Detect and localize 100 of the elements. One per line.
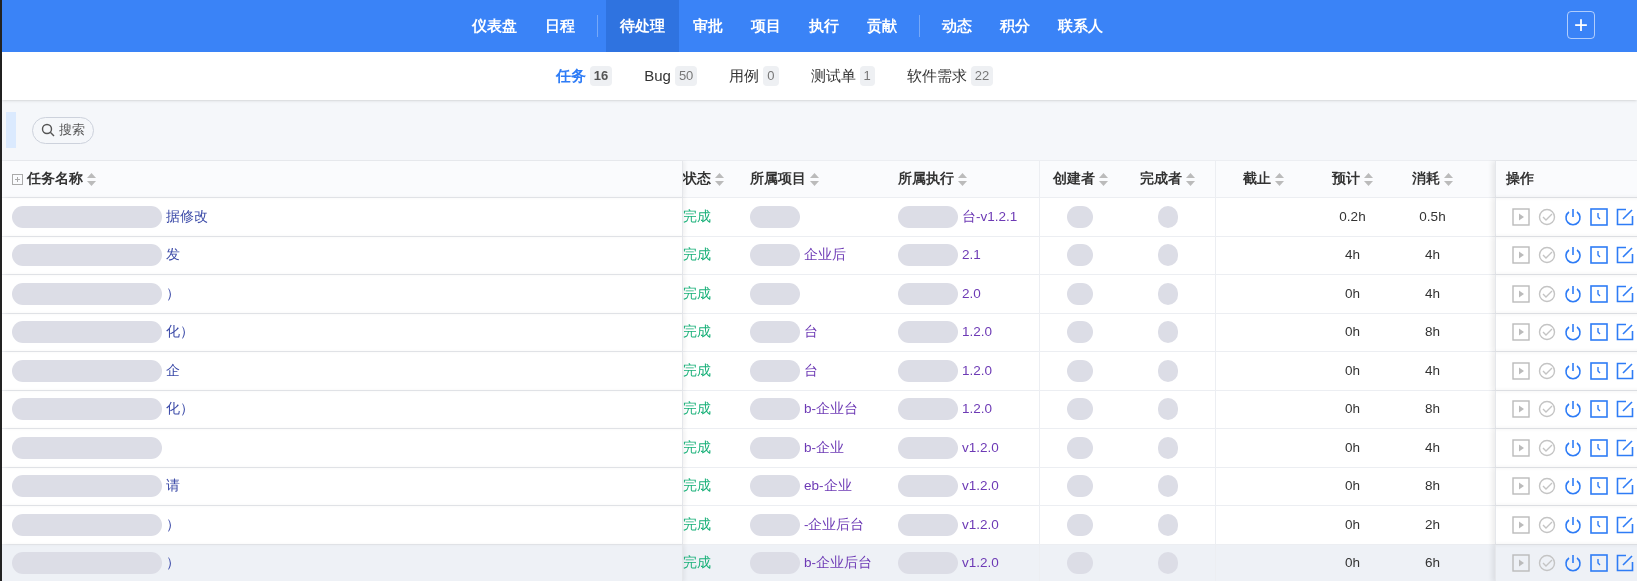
table-row[interactable]: 发 完成 企业后 2.1 4h 4h [2, 236, 1637, 275]
power-icon[interactable] [1564, 246, 1582, 265]
power-icon[interactable] [1564, 477, 1582, 496]
play-icon[interactable] [1512, 477, 1530, 496]
sort-icon[interactable] [87, 172, 96, 186]
play-icon[interactable] [1512, 438, 1530, 457]
sub-tab[interactable]: 任务 16 [555, 64, 613, 88]
column-header[interactable]: 完成者 [1140, 168, 1195, 190]
column-header[interactable]: 所属项目 [750, 168, 819, 190]
check-circle-icon[interactable] [1538, 246, 1556, 265]
clock-icon[interactable] [1590, 246, 1608, 265]
sub-tab[interactable]: 测试单 1 [810, 64, 875, 88]
sort-icon[interactable] [1186, 172, 1195, 186]
play-icon[interactable] [1512, 400, 1530, 419]
clock-icon[interactable] [1590, 284, 1608, 303]
power-icon[interactable] [1564, 554, 1582, 573]
clock-icon[interactable] [1590, 515, 1608, 534]
sort-icon[interactable] [1364, 172, 1373, 186]
edit-icon[interactable] [1616, 323, 1634, 342]
edit-icon[interactable] [1616, 477, 1634, 496]
edit-icon[interactable] [1616, 361, 1634, 380]
status-text: 完成 [683, 207, 711, 226]
sort-icon[interactable] [1444, 172, 1453, 186]
check-circle-icon[interactable] [1538, 361, 1556, 380]
nav-tab[interactable]: 待处理 [606, 0, 679, 52]
edit-icon[interactable] [1616, 246, 1634, 265]
clock-icon[interactable] [1590, 361, 1608, 380]
execution-link: v1.2.0 [962, 554, 999, 573]
power-icon[interactable] [1564, 323, 1582, 342]
check-circle-icon[interactable] [1538, 554, 1556, 573]
add-button[interactable]: + [1567, 11, 1595, 39]
edit-icon[interactable] [1616, 438, 1634, 457]
clock-icon[interactable] [1590, 554, 1608, 573]
edit-icon[interactable] [1616, 207, 1634, 226]
table-row[interactable]: ） 完成 2.0 0h 4h [2, 275, 1637, 314]
nav-tab[interactable]: 联系人 [1044, 0, 1117, 52]
play-icon[interactable] [1512, 554, 1530, 573]
power-icon[interactable] [1564, 361, 1582, 380]
column-header[interactable]: 任务名称 [27, 168, 96, 190]
check-circle-icon[interactable] [1538, 515, 1556, 534]
check-circle-icon[interactable] [1538, 207, 1556, 226]
nav-tab[interactable]: 积分 [986, 0, 1044, 52]
clock-icon[interactable] [1590, 323, 1608, 342]
expand-all-icon[interactable] [12, 173, 23, 185]
column-header[interactable]: 状态 [683, 168, 724, 190]
nav-tab[interactable]: 仪表盘 [458, 0, 531, 52]
edit-icon[interactable] [1616, 400, 1634, 419]
sub-tab[interactable]: 软件需求 22 [906, 64, 994, 88]
table-row[interactable]: 完成 b-企业 v1.2.0 0h 4h [2, 429, 1637, 468]
play-icon[interactable] [1512, 207, 1530, 226]
edit-icon[interactable] [1616, 554, 1634, 573]
nav-tab[interactable]: 日程 [531, 0, 589, 52]
nav-tab[interactable]: 审批 [679, 0, 737, 52]
sort-icon[interactable] [1274, 172, 1284, 186]
table-row[interactable]: 请 完成 eb-企业 v1.2.0 0h 8h [2, 467, 1637, 506]
power-icon[interactable] [1564, 515, 1582, 534]
table-row[interactable]: 化） 完成 b-企业台 1.2.0 0h 8h [2, 390, 1637, 429]
sub-tab[interactable]: 用例 0 [729, 64, 779, 88]
play-icon[interactable] [1512, 284, 1530, 303]
edit-icon[interactable] [1616, 284, 1634, 303]
check-circle-icon[interactable] [1538, 323, 1556, 342]
column-header[interactable]: 截止 [1242, 168, 1284, 190]
sort-icon[interactable] [958, 172, 967, 186]
check-circle-icon[interactable] [1538, 477, 1556, 496]
nav-tab[interactable]: 贡献 [853, 0, 911, 52]
sort-icon[interactable] [715, 172, 724, 186]
sub-tab[interactable]: Bug 50 [644, 64, 698, 88]
table-row[interactable]: ） 完成 b-企业后台 v1.2.0 0h 6h [2, 544, 1637, 581]
check-circle-icon[interactable] [1538, 400, 1556, 419]
table-row[interactable]: ） 完成 -企业后台 v1.2.0 0h 2h [2, 506, 1637, 545]
power-icon[interactable] [1564, 284, 1582, 303]
play-icon[interactable] [1512, 246, 1530, 265]
clock-icon[interactable] [1590, 438, 1608, 457]
clock-icon[interactable] [1590, 400, 1608, 419]
power-icon[interactable] [1564, 438, 1582, 457]
play-icon[interactable] [1512, 323, 1530, 342]
edit-icon[interactable] [1616, 515, 1634, 534]
sort-icon[interactable] [1098, 172, 1108, 186]
column-header[interactable]: 预计 [1332, 168, 1373, 190]
clock-icon[interactable] [1590, 207, 1608, 226]
power-icon[interactable] [1564, 400, 1582, 419]
consumed-cell-text: 6h [1425, 554, 1440, 573]
table-row[interactable]: 化） 完成 台 1.2.0 0h 8h [2, 313, 1637, 352]
play-icon[interactable] [1512, 361, 1530, 380]
power-icon[interactable] [1564, 207, 1582, 226]
nav-tab[interactable]: 项目 [737, 0, 795, 52]
table-row[interactable]: 企 完成 台 1.2.0 0h 4h [2, 352, 1637, 391]
estimate-cell-text: 0h [1345, 323, 1360, 342]
nav-tab[interactable]: 执行 [795, 0, 853, 52]
play-icon[interactable] [1512, 515, 1530, 534]
check-circle-icon[interactable] [1538, 438, 1556, 457]
table-row[interactable]: 据修改 完成 台-v1.2.1 0.2h 0.5h [2, 198, 1637, 237]
column-header[interactable]: 所属执行 [898, 168, 967, 190]
sort-icon[interactable] [810, 172, 819, 186]
status-text: 完成 [683, 284, 711, 303]
nav-tab[interactable]: 动态 [928, 0, 986, 52]
column-header[interactable]: 创建者 [1052, 168, 1108, 190]
clock-icon[interactable] [1590, 477, 1608, 496]
column-header[interactable]: 消耗 [1412, 168, 1453, 190]
check-circle-icon[interactable] [1538, 284, 1556, 303]
